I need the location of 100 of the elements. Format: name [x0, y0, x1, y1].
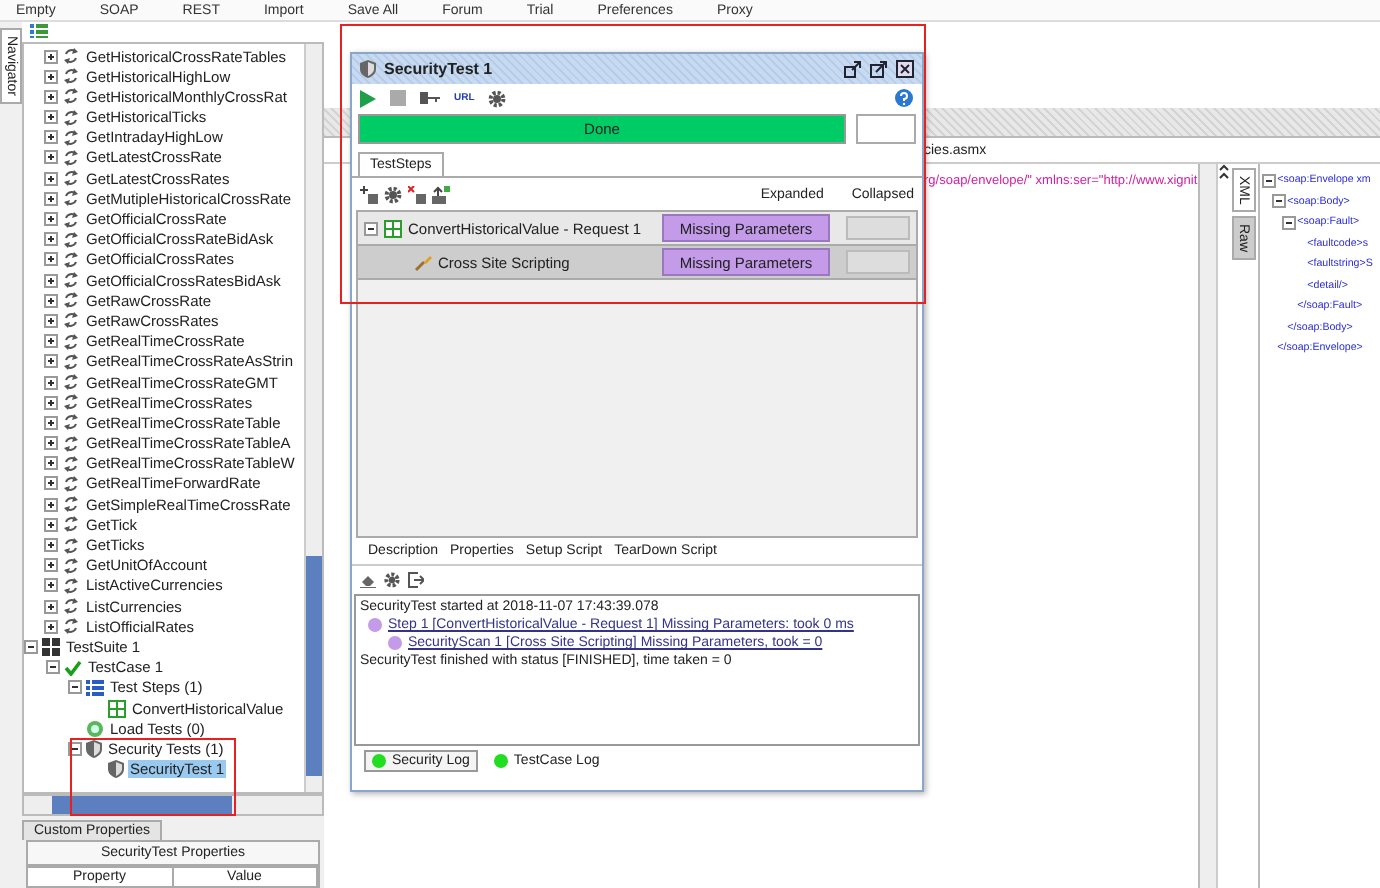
progress-counter [856, 114, 916, 144]
scrollbar[interactable] [304, 43, 322, 793]
loop-arrows-icon [62, 190, 80, 207]
loop-arrows-icon [62, 496, 80, 513]
expand-icon[interactable] [44, 578, 58, 593]
loop-arrows-icon [62, 475, 80, 492]
collapse-icon[interactable] [364, 221, 378, 235]
loop-arrows-icon [62, 149, 80, 166]
expand-icon[interactable] [44, 191, 58, 206]
expand-icon[interactable] [44, 150, 58, 165]
expand-icon[interactable] [44, 395, 58, 410]
shield-icon [360, 60, 376, 78]
loop-arrows-icon [62, 455, 80, 472]
collapse-icon[interactable] [68, 680, 82, 695]
expand-icon[interactable] [44, 334, 58, 349]
collapse-icon[interactable] [1261, 173, 1276, 188]
scrollbar[interactable] [1197, 164, 1216, 888]
scroll-thumb[interactable] [52, 796, 232, 814]
window-title: SecurityTest 1 [384, 60, 493, 78]
loop-arrows-icon [62, 537, 80, 553]
loop-arrows-icon [62, 394, 80, 411]
loop-arrows-icon [62, 170, 80, 187]
restore-icon [844, 60, 862, 78]
scroll-thumb[interactable] [306, 556, 322, 777]
expand-icon[interactable] [44, 89, 58, 104]
loop-arrows-icon [62, 435, 80, 452]
expand-icon[interactable] [44, 599, 58, 614]
loop-arrows-icon [62, 333, 80, 350]
key-icon [420, 92, 440, 104]
tree-view-icon [30, 24, 48, 39]
expand-icon[interactable] [44, 313, 58, 328]
expand-icon[interactable] [44, 130, 58, 145]
table-icon [108, 699, 126, 717]
play-icon [360, 89, 376, 107]
list-icon [86, 679, 104, 696]
collapsed-cell [846, 216, 910, 240]
brush-icon [414, 253, 432, 271]
loop-arrows-icon [62, 618, 80, 635]
loop-arrows-icon [62, 129, 80, 146]
expand-icon[interactable] [44, 293, 58, 308]
loop-arrows-icon [62, 598, 80, 615]
gauge-icon [86, 719, 104, 738]
add-icon [360, 185, 378, 203]
close-icon [896, 60, 914, 78]
shield-icon [86, 739, 102, 758]
expand-icon[interactable] [44, 456, 58, 471]
collapse-arrows-icon [1217, 164, 1230, 180]
expand-icon[interactable] [44, 49, 58, 63]
settings-icon [384, 185, 402, 203]
expand-icon[interactable] [44, 273, 58, 288]
expand-icon[interactable] [44, 415, 58, 430]
loop-arrows-icon [62, 88, 80, 105]
expand-icon[interactable] [44, 538, 58, 552]
loop-arrows-icon [62, 211, 80, 227]
expand-icon[interactable] [44, 476, 58, 491]
loop-arrows-icon [62, 414, 80, 431]
loop-arrows-icon [62, 557, 80, 574]
loop-arrows-icon [62, 374, 80, 390]
table-icon [384, 219, 402, 237]
eraser-icon [360, 572, 376, 588]
loop-arrows-icon [62, 109, 80, 126]
loop-arrows-icon [62, 312, 80, 329]
expand-icon[interactable] [44, 375, 58, 389]
loop-arrows-icon [62, 48, 80, 64]
expand-icon[interactable] [44, 252, 58, 267]
expand-icon[interactable] [44, 497, 58, 512]
grid-icon [42, 637, 60, 656]
status-dot-icon [493, 754, 508, 768]
export-icon [408, 572, 424, 588]
expand-icon[interactable] [44, 212, 58, 226]
expand-icon[interactable] [44, 110, 58, 125]
loop-arrows-icon [62, 292, 80, 309]
check-icon [64, 659, 82, 676]
settings-icon [488, 89, 507, 107]
scrollbar[interactable] [22, 794, 324, 816]
loop-arrows-icon [62, 353, 80, 370]
collapse-icon[interactable] [46, 660, 60, 675]
maximize-icon [870, 60, 888, 78]
status-dot-icon [372, 754, 386, 768]
loop-arrows-icon [62, 231, 80, 248]
collapse-icon[interactable] [1281, 215, 1296, 230]
export-icon [432, 185, 450, 203]
loop-arrows-icon [62, 577, 80, 594]
expand-icon[interactable] [44, 171, 58, 186]
expand-icon[interactable] [44, 354, 58, 369]
expand-icon[interactable] [44, 517, 58, 532]
stop-icon [390, 90, 406, 106]
collapsed-cell [846, 250, 910, 274]
expand-icon[interactable] [44, 619, 58, 634]
expand-icon[interactable] [44, 558, 58, 573]
expand-icon[interactable] [44, 232, 58, 247]
expand-icon[interactable] [44, 436, 58, 451]
settings-icon [384, 572, 400, 588]
collapse-icon[interactable] [1271, 194, 1286, 209]
loop-arrows-icon [62, 516, 80, 533]
loop-arrows-icon [62, 68, 80, 85]
collapse-icon[interactable] [24, 639, 38, 654]
shield-icon [108, 760, 124, 779]
expand-icon[interactable] [44, 69, 58, 84]
loop-arrows-icon [62, 272, 80, 289]
